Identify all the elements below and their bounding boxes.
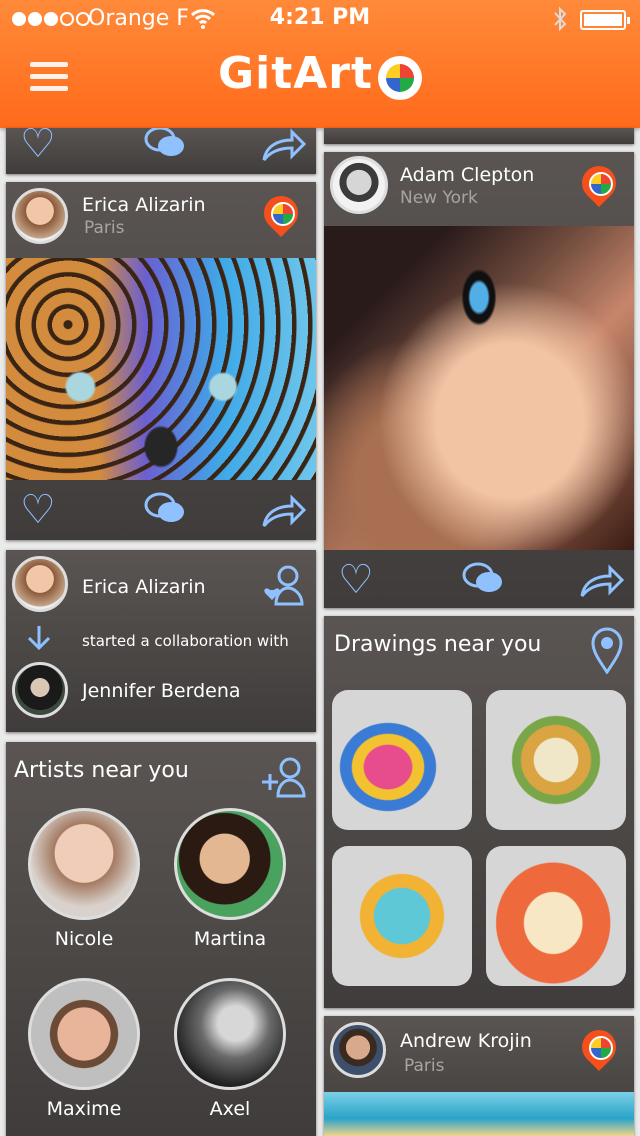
avatar[interactable] <box>12 188 68 244</box>
avatar[interactable] <box>330 1022 386 1078</box>
section-title: Drawings near you <box>334 632 542 657</box>
post-card[interactable]: Andrew Krojin Paris <box>324 1016 634 1136</box>
post-card[interactable]: Erica Alizarin Paris ♡ <box>6 182 316 540</box>
artist-item[interactable]: Nicole <box>28 808 140 950</box>
location-pin-icon[interactable] <box>582 1030 616 1074</box>
avatar[interactable] <box>12 662 68 718</box>
artist-item[interactable]: Martina <box>174 808 286 950</box>
activity-card[interactable]: Erica Alizarin started a collaboration w… <box>6 550 316 732</box>
avatar[interactable] <box>12 556 68 612</box>
comment-icon[interactable] <box>142 128 188 171</box>
artist-name: Nicole <box>54 928 114 950</box>
activity-text: started a collaboration with <box>82 632 289 650</box>
arrow-down-icon <box>26 624 52 656</box>
activity-actor[interactable]: Erica Alizarin <box>82 576 206 598</box>
app-header: Orange F 4:21 PM GitArt <box>0 0 640 128</box>
artist-item[interactable]: Maxime <box>28 978 140 1120</box>
drawing-thumbnail[interactable] <box>332 846 472 986</box>
author-city: Paris <box>404 1056 445 1076</box>
location-pin-icon[interactable] <box>582 166 616 210</box>
author-name[interactable]: Erica Alizarin <box>82 194 206 216</box>
bluetooth-icon <box>552 6 568 38</box>
artwork-image[interactable] <box>6 258 316 480</box>
artist-name: Maxime <box>46 1098 122 1120</box>
avatar[interactable] <box>330 156 388 214</box>
battery-icon <box>580 10 630 30</box>
clock: 4:21 PM <box>269 5 371 30</box>
author-name[interactable]: Adam Clepton <box>400 164 534 186</box>
activity-target[interactable]: Jennifer Berdena <box>82 680 241 702</box>
add-user-icon[interactable] <box>262 756 306 802</box>
artist-name: Axel <box>209 1098 251 1120</box>
artist-name: Martina <box>193 928 267 950</box>
share-icon[interactable] <box>578 560 626 607</box>
author-city: New York <box>400 188 478 208</box>
location-pin-icon[interactable] <box>264 196 298 240</box>
artist-item[interactable]: Axel <box>174 978 286 1120</box>
drawing-thumbnail[interactable] <box>486 846 626 986</box>
comment-icon[interactable] <box>460 560 506 607</box>
share-icon[interactable] <box>260 128 308 171</box>
post-card[interactable]: Adam Clepton New York ♡ <box>324 152 634 608</box>
artist-avatar[interactable] <box>28 808 140 920</box>
artist-avatar[interactable] <box>174 978 286 1090</box>
comment-icon[interactable] <box>142 490 188 537</box>
post-card-partial <box>324 128 634 144</box>
author-city: Paris <box>84 218 125 238</box>
artist-avatar[interactable] <box>28 978 140 1090</box>
artist-avatar[interactable] <box>174 808 286 920</box>
post-card-partial: ♡ <box>6 128 316 174</box>
artists-near-you-card: Artists near you Nicole Martina Maxime A… <box>6 742 316 1136</box>
location-pin-icon[interactable] <box>590 626 624 678</box>
author-name[interactable]: Andrew Krojin <box>400 1030 532 1052</box>
palette-logo-icon <box>378 56 422 100</box>
status-bar: Orange F 4:21 PM <box>0 0 640 40</box>
artwork-image[interactable] <box>324 226 634 550</box>
heart-icon[interactable]: ♡ <box>20 490 56 530</box>
heart-icon[interactable]: ♡ <box>338 560 374 600</box>
drawing-thumbnail[interactable] <box>486 690 626 830</box>
app-title: GitArt <box>218 48 374 99</box>
heart-icon[interactable]: ♡ <box>20 128 56 164</box>
section-title: Artists near you <box>14 758 189 783</box>
share-icon[interactable] <box>260 490 308 537</box>
drawings-near-you-card: Drawings near you <box>324 616 634 1008</box>
drawing-thumbnail[interactable] <box>332 690 472 830</box>
artwork-image[interactable] <box>324 1092 634 1136</box>
menu-icon[interactable] <box>30 62 68 96</box>
add-user-icon[interactable] <box>262 564 306 610</box>
